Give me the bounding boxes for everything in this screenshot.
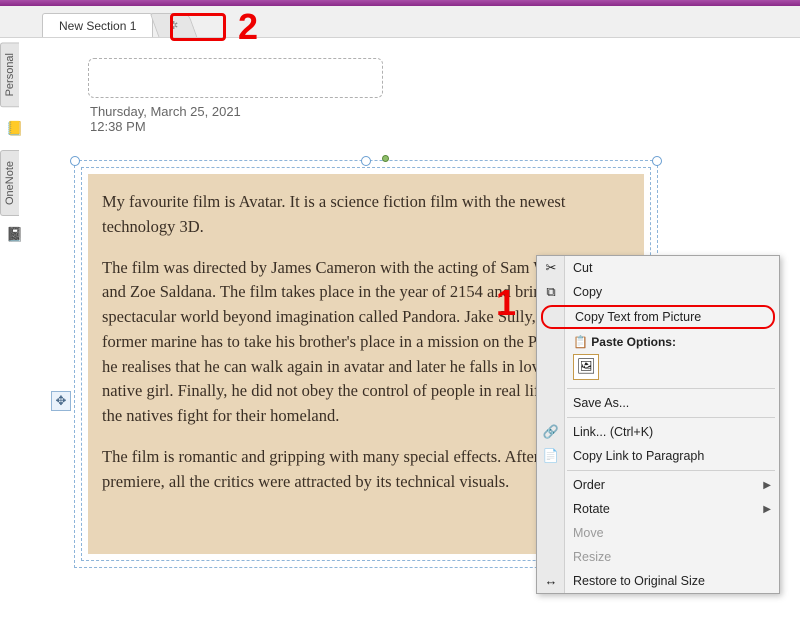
menu-label-text: Paste Options: <box>591 335 676 349</box>
menu-save-as[interactable]: Save As... <box>537 391 779 415</box>
submenu-arrow-icon: ▶ <box>763 480 771 491</box>
menu-restore-original-size[interactable]: ↔ Restore to Original Size <box>537 569 779 593</box>
menu-cut[interactable]: ✂ Cut <box>537 256 779 280</box>
move-handle-icon[interactable]: ✥ <box>51 391 71 411</box>
annotation-number-1: 1 <box>496 282 516 324</box>
menu-label-text: Order <box>573 478 605 492</box>
annotation-number-2: 2 <box>238 6 258 48</box>
link-icon: 🔗 <box>542 423 560 441</box>
resize-handle-tl[interactable] <box>70 156 80 166</box>
menu-label-text: Restore to Original Size <box>573 574 705 588</box>
menu-separator <box>567 388 775 389</box>
copy-link-icon: 📄 <box>542 447 560 465</box>
menu-separator <box>567 470 775 471</box>
rotate-handle[interactable] <box>382 155 389 162</box>
menu-label-text: Move <box>573 526 604 540</box>
menu-rotate[interactable]: Rotate ▶ <box>537 497 779 521</box>
copy-icon: ⧉ <box>542 283 560 301</box>
cut-icon: ✂ <box>542 259 560 277</box>
menu-label-text: Rotate <box>573 502 610 516</box>
menu-move: Move <box>537 521 779 545</box>
page-timestamp: Thursday, March 25, 2021 12:38 PM <box>90 104 800 134</box>
page-time: 12:38 PM <box>90 119 800 134</box>
menu-separator <box>567 417 775 418</box>
menu-label-text: Save As... <box>573 396 629 410</box>
image-paragraph: My favourite film is Avatar. It is a sci… <box>102 190 630 240</box>
menu-resize: Resize <box>537 545 779 569</box>
annotation-box-2 <box>170 13 226 41</box>
menu-label-text: Copy Link to Paragraph <box>573 449 704 463</box>
page-date: Thursday, March 25, 2021 <box>90 104 800 119</box>
menu-label-text: Resize <box>573 550 611 564</box>
context-menu: ✂ Cut ⧉ Copy Copy Text from Picture 📋 Pa… <box>536 255 780 594</box>
menu-copy-text-from-picture[interactable]: Copy Text from Picture <box>541 305 775 329</box>
menu-link[interactable]: 🔗 Link... (Ctrl+K) <box>537 420 779 444</box>
menu-label-text: Cut <box>573 261 592 275</box>
menu-label-text: Copy Text from Picture <box>575 310 701 324</box>
submenu-arrow-icon: ▶ <box>763 504 771 515</box>
paste-icon: 📋 <box>573 335 588 349</box>
paste-options-label: 📋 Paste Options: <box>537 330 779 352</box>
menu-copy[interactable]: ⧉ Copy <box>537 280 779 304</box>
menu-label-text: Copy <box>573 285 602 299</box>
page-title-input[interactable] <box>88 58 383 98</box>
resize-handle-tr[interactable] <box>652 156 662 166</box>
paste-as-picture-button[interactable]: 🖼 <box>573 354 599 380</box>
menu-copy-link-paragraph[interactable]: 📄 Copy Link to Paragraph <box>537 444 779 468</box>
section-tab-active[interactable]: New Section 1 <box>42 13 153 37</box>
resize-handle-tm[interactable] <box>361 156 371 166</box>
paste-options-row: 🖼 <box>537 352 779 386</box>
menu-order[interactable]: Order ▶ <box>537 473 779 497</box>
restore-icon: ↔ <box>542 572 560 590</box>
section-tab-bar: New Section 1 ✲ <box>0 6 800 38</box>
menu-label-text: Link... (Ctrl+K) <box>573 425 653 439</box>
